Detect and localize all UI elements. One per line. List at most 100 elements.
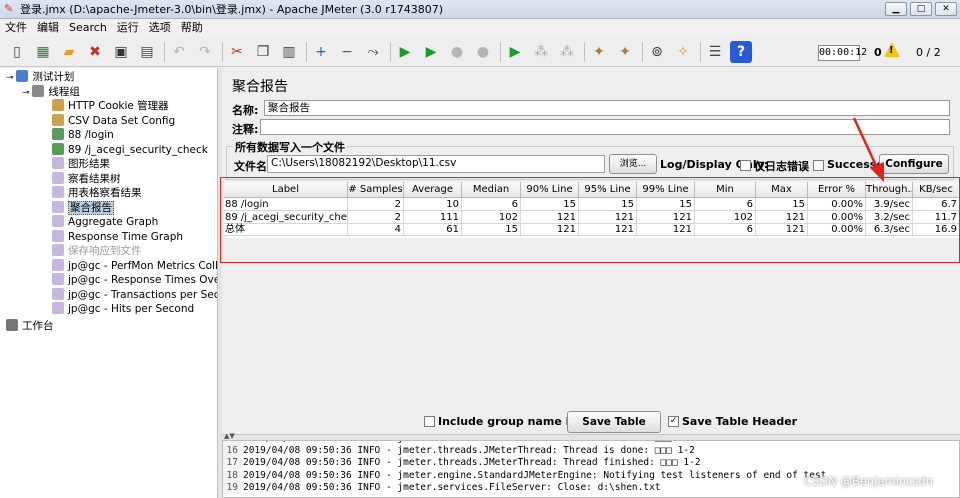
save-as-icon[interactable]: ▤ xyxy=(136,41,158,63)
remote-stop-icon[interactable]: ⁂ xyxy=(530,41,552,63)
toggle-icon[interactable]: ⤳ xyxy=(362,41,384,63)
log-line-number: 19 xyxy=(223,481,241,494)
start-icon[interactable]: ▶ xyxy=(394,41,416,63)
menu-item-4[interactable]: 选项 xyxy=(144,19,176,36)
warning-icon[interactable]: ! xyxy=(884,42,900,57)
shutdown-icon[interactable]: ● xyxy=(472,41,494,63)
thread-group-icon xyxy=(32,84,45,97)
save-table-data-button[interactable]: Save Table Data xyxy=(567,411,661,448)
tree-node[interactable]: CSV Data Set Config xyxy=(52,113,175,128)
save-icon[interactable]: ▣ xyxy=(110,41,132,63)
templates-icon[interactable]: ▦ xyxy=(32,41,54,63)
toolbar-separator xyxy=(306,42,307,62)
tree-node-label: jp@gc - Transactions per Second xyxy=(68,288,218,301)
tree-node[interactable]: ⊸ 线程组 xyxy=(22,84,80,99)
copy-icon[interactable]: ❐ xyxy=(252,41,274,63)
tree-node-label: 用表格察看结果 xyxy=(68,187,142,199)
listener-icon xyxy=(52,273,64,285)
menu-item-3[interactable]: 运行 xyxy=(112,19,144,36)
remote-shutdown-icon[interactable]: ⁂ xyxy=(556,41,578,63)
errors-only-checkbox[interactable] xyxy=(740,160,751,171)
menu-item-2[interactable]: Search xyxy=(64,19,112,36)
errors-only-label: 仅日志错误 xyxy=(754,160,809,173)
tree-node[interactable]: Aggregate Graph xyxy=(52,215,158,229)
cut-icon[interactable]: ✂ xyxy=(226,41,248,63)
redo-icon[interactable]: ↷ xyxy=(194,41,216,63)
close-window-button[interactable]: ✕ xyxy=(935,2,957,16)
tree-expand-handle-icon[interactable]: ⊸ xyxy=(22,88,32,98)
save-table-header-checkbox[interactable]: ✓ xyxy=(668,416,679,427)
log-line-number: 18 xyxy=(223,469,241,482)
help-icon[interactable]: ? xyxy=(730,41,752,63)
tree-node[interactable]: 聚合报告 xyxy=(52,200,114,215)
listener-icon xyxy=(52,258,64,271)
toolbar-separator xyxy=(500,42,501,62)
remote-start-icon[interactable]: ▶ xyxy=(504,41,526,63)
tree-node-label: 图形结果 xyxy=(68,158,110,170)
minimize-button[interactable]: ▁ xyxy=(885,2,907,16)
csdn-watermark: CSDN @Benjamincsdn xyxy=(804,474,934,488)
maximize-button[interactable]: □ xyxy=(910,2,932,16)
toolbar-separator xyxy=(390,42,391,62)
reset-search-icon[interactable]: ✧ xyxy=(672,41,694,63)
function-helper-icon[interactable]: ☰ xyxy=(704,41,726,63)
clear-all-icon[interactable]: ✦ xyxy=(614,41,636,63)
expand-arrows-icon[interactable]: ▲▼ xyxy=(224,432,235,440)
menu-item-5[interactable]: 帮助 xyxy=(176,19,208,36)
tree-node[interactable]: 用表格察看结果 xyxy=(52,186,142,200)
tree-node[interactable]: 保存响应到文件 xyxy=(52,244,142,258)
log-viewer[interactable]: 152019/04/08 09:50:36 INFO - jmeter.thre… xyxy=(222,440,960,498)
page-title: 聚合报告 xyxy=(232,79,288,95)
menu-item-1[interactable]: 编辑 xyxy=(32,19,64,36)
tree-node[interactable]: jp@gc - Response Times Over Tim xyxy=(52,273,217,287)
listener-icon xyxy=(52,244,64,256)
tree-node[interactable]: Response Time Graph xyxy=(52,229,183,244)
clear-icon[interactable]: ✦ xyxy=(588,41,610,63)
filename-field[interactable]: C:\Users\18082192\Desktop\11.csv xyxy=(267,155,605,173)
tree-node[interactable]: HTTP Cookie 管理器 xyxy=(52,99,169,113)
tree-node[interactable]: jp@gc - PerfMon Metrics Collector xyxy=(52,258,218,273)
tree-node[interactable]: jp@gc - Transactions per Second xyxy=(52,287,218,302)
menu-item-0[interactable]: 文件 xyxy=(0,19,32,36)
tree-node[interactable]: 88 /login xyxy=(52,128,114,142)
start-no-pause-icon[interactable]: ▶ xyxy=(420,41,442,63)
sampler-icon xyxy=(52,142,64,155)
tree-node[interactable]: 89 /j_acegi_security_check xyxy=(52,142,208,157)
tree-node[interactable]: 察看结果树 xyxy=(52,171,121,186)
file-section-title: 所有数据写入一个文件 xyxy=(233,139,347,155)
toolbar-separator xyxy=(700,42,701,62)
close-icon[interactable]: ✖ xyxy=(84,41,106,63)
new-icon[interactable]: ▯ xyxy=(6,41,28,63)
tree-node-label: 89 /j_acegi_security_check xyxy=(68,143,208,156)
listener-icon xyxy=(52,171,64,184)
expand-icon[interactable]: + xyxy=(310,41,332,63)
log-line-text: 2019/04/08 09:50:36 INFO - jmeter.engine… xyxy=(243,469,827,481)
undo-icon[interactable]: ↶ xyxy=(168,41,190,63)
paste-icon[interactable]: ▥ xyxy=(278,41,300,63)
listener-icon xyxy=(52,229,64,242)
search-icon[interactable]: ⊚ xyxy=(646,41,668,63)
tree-node-label: 聚合报告 xyxy=(68,200,114,215)
tree-node-label: jp@gc - PerfMon Metrics Collector xyxy=(68,259,218,272)
test-plan-icon xyxy=(16,70,29,82)
tree-expand-handle-icon[interactable]: ⊸ xyxy=(6,73,16,83)
include-group-checkbox[interactable] xyxy=(424,416,435,427)
config-icon xyxy=(52,99,64,111)
stop-icon[interactable]: ● xyxy=(446,41,468,63)
open-icon[interactable]: ▰ xyxy=(58,41,80,63)
tree-node[interactable]: ⊸ 测试计划 xyxy=(6,70,74,84)
tree-node[interactable]: 工作台 xyxy=(6,318,54,333)
tree-node-label: 测试计划 xyxy=(32,71,75,83)
elapsed-timer: 00:00:12 xyxy=(818,45,867,61)
collapse-icon[interactable]: − xyxy=(336,41,358,63)
tree-node[interactable]: jp@gc - Hits per Second xyxy=(52,302,194,316)
save-table-header-label: Save Table Header xyxy=(682,415,798,428)
comment-label: 注释: xyxy=(232,123,259,136)
successes-checkbox[interactable] xyxy=(813,160,824,171)
log-line-text: 2019/04/08 09:50:36 INFO - jmeter.thread… xyxy=(241,441,695,444)
workbench-icon xyxy=(6,318,18,331)
tree-node[interactable]: 图形结果 xyxy=(52,157,110,171)
browse-button[interactable]: 浏览... xyxy=(609,154,657,174)
tree-node-label: jp@gc - Hits per Second xyxy=(68,303,195,315)
test-plan-tree: ⊸ 测试计划 ⊸ 线程组 HTTP Cookie 管理器 CSV Data Set C… xyxy=(0,68,218,498)
